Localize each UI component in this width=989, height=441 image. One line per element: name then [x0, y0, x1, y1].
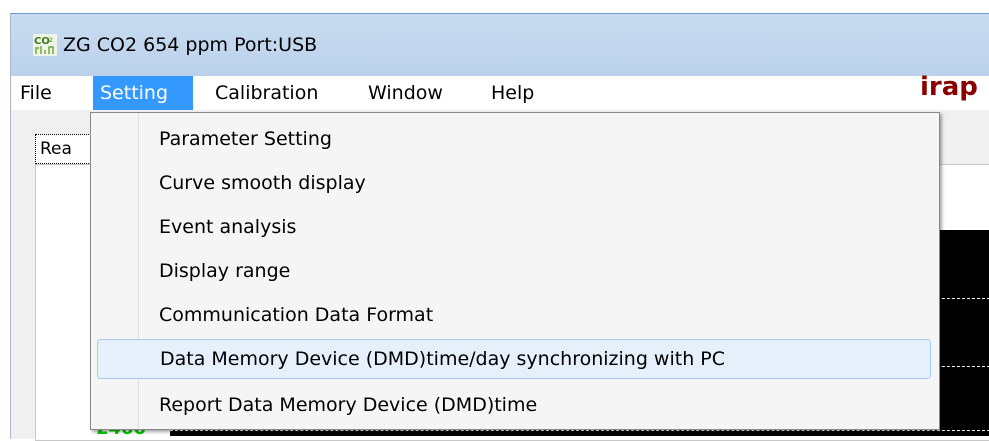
title-bar[interactable]: CO 2 ZG CO2 654 ppm Port:USB	[11, 14, 989, 76]
menu-item-parameter-setting[interactable]: Parameter Setting	[97, 119, 931, 159]
menu-item-dmd-sync-with-pc[interactable]: Data Memory Device (DMD)time/day synchro…	[97, 339, 931, 379]
desktop-strip	[0, 0, 989, 14]
menu-window[interactable]: Window	[361, 76, 450, 110]
menu-calibration[interactable]: Calibration	[208, 76, 325, 110]
menu-setting[interactable]: Setting	[93, 76, 193, 110]
svg-text:CO: CO	[34, 36, 50, 47]
menu-help[interactable]: Help	[484, 76, 541, 110]
graph-title: irap	[920, 72, 978, 102]
setting-dropdown-menu: Parameter Setting Curve smooth display E…	[90, 112, 940, 430]
menu-bar: File Setting Calibration Window Help	[11, 76, 989, 110]
menu-item-display-range[interactable]: Display range	[97, 251, 931, 291]
menu-item-communication-data-format[interactable]: Communication Data Format	[97, 295, 931, 335]
menu-item-report-dmd-time[interactable]: Report Data Memory Device (DMD)time	[97, 385, 931, 425]
menu-item-curve-smooth-display[interactable]: Curve smooth display	[97, 163, 931, 203]
menu-file[interactable]: File	[13, 76, 59, 110]
window-title: ZG CO2 654 ppm Port:USB	[63, 34, 318, 56]
co2-app-icon: CO 2	[33, 34, 57, 56]
grid-line	[170, 430, 989, 431]
svg-text:2: 2	[49, 37, 53, 44]
menu-item-event-analysis[interactable]: Event analysis	[97, 207, 931, 247]
